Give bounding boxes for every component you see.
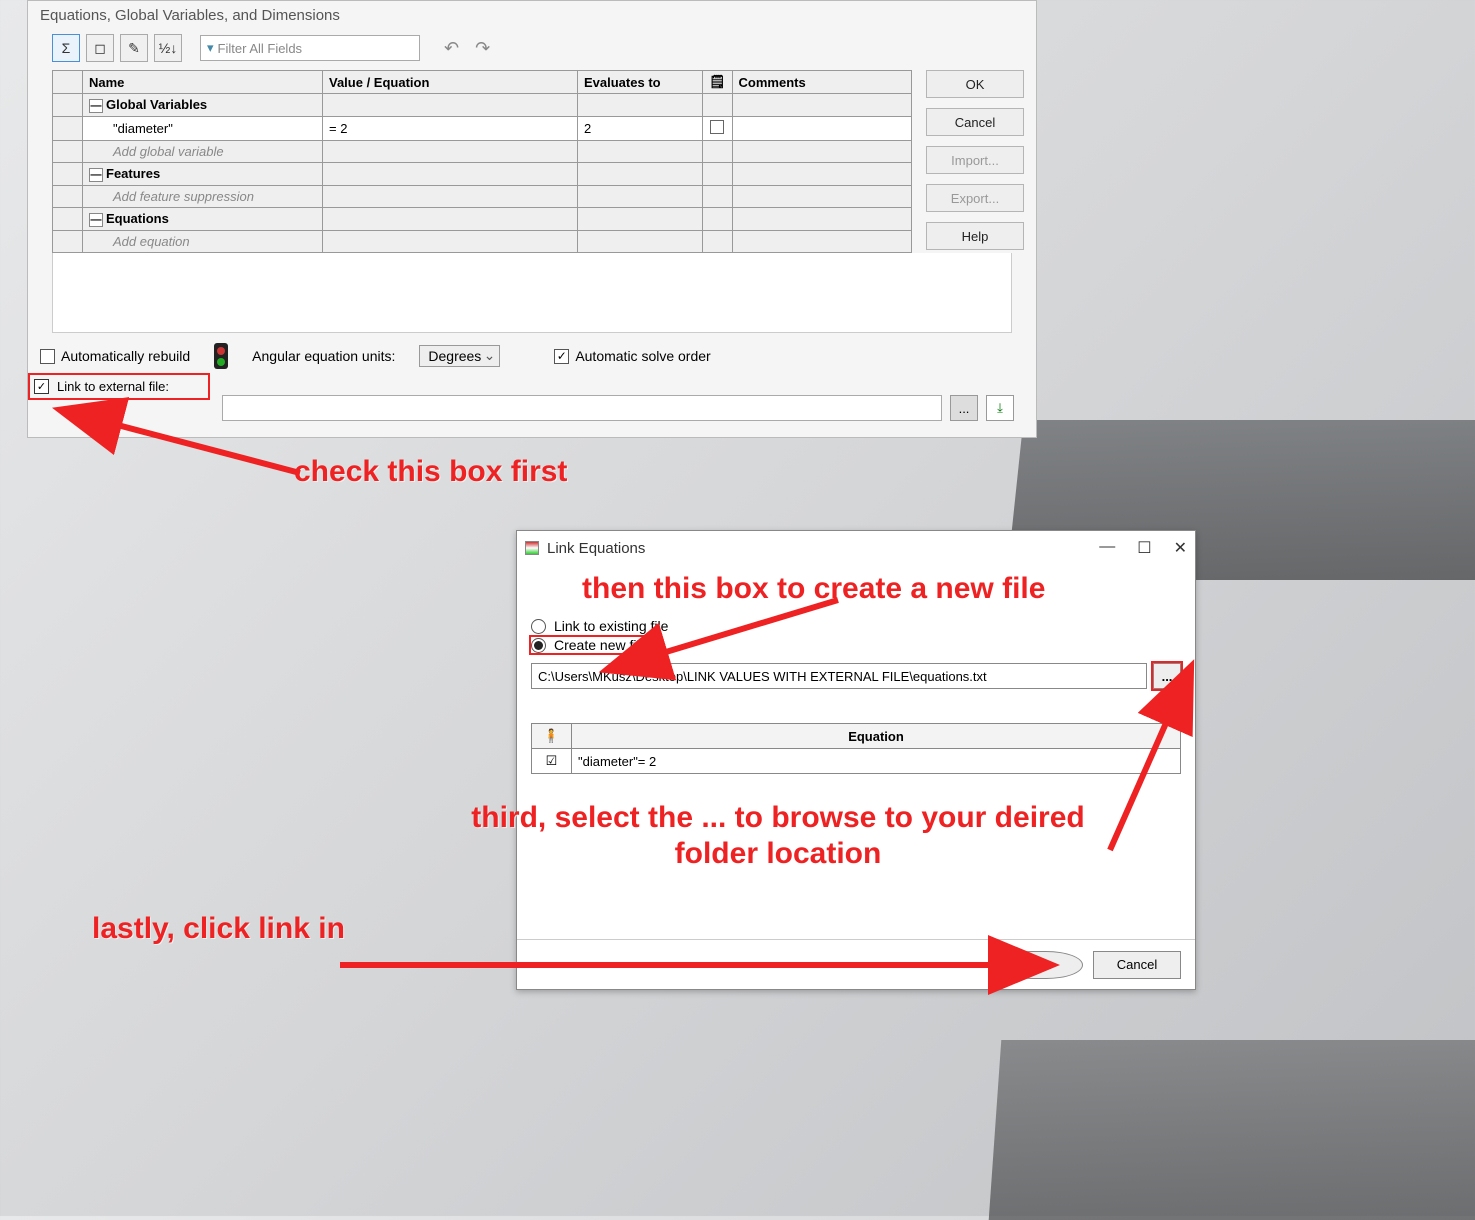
col-comments[interactable]: Comments [732,71,911,94]
file-path-input[interactable] [531,663,1147,689]
external-file-path-input[interactable] [222,395,942,421]
auto-rebuild-checkbox[interactable]: Automatically rebuild [40,348,190,364]
filter-input[interactable]: ▾ Filter All Fields [200,35,420,61]
section-features[interactable]: —Features [83,163,323,186]
maximize-icon[interactable]: ☐ [1137,538,1151,558]
minimize-icon[interactable]: — [1099,538,1115,558]
link-button[interactable]: Link [995,951,1083,979]
ok-button[interactable]: OK [926,70,1024,98]
toolbar: Σ ◻ ✎ ½↓ ▾ Filter All Fields ↶ ↷ [28,30,1036,70]
hint-add-global[interactable]: Add global variable [83,141,323,163]
col-name[interactable]: Name [83,71,323,94]
browse-button[interactable]: ... [1153,663,1181,689]
sigma-icon[interactable]: Σ [52,34,80,62]
col-equation[interactable]: Equation [572,724,1181,749]
ordered-list-icon[interactable]: ½↓ [154,34,182,62]
col-select-icon[interactable]: 🧍 [532,724,572,749]
export-button[interactable]: Export... [926,184,1024,212]
annotation-3: third, select the ... to browse to your … [448,800,1108,872]
section-global-variables[interactable]: —Global Variables [83,94,323,117]
equation-cell[interactable]: "diameter"= 2 [572,749,1181,774]
dialog-title: Equations, Global Variables, and Dimensi… [28,1,1036,30]
annotation-1: check this box first [294,455,567,489]
col-evaluates[interactable]: Evaluates to [578,71,703,94]
var-value[interactable]: = 2 [323,117,578,141]
filter-placeholder: Filter All Fields [218,41,303,56]
link-existing-radio[interactable]: Link to existing file [531,618,1181,634]
section-equations[interactable]: —Equations [83,208,323,231]
angular-units-label: Angular equation units: [252,348,395,364]
annotation-2: then this box to create a new file [582,572,1045,606]
undo-icon[interactable]: ↶ [444,38,459,59]
collapse-icon[interactable]: — [89,213,103,227]
row-checkbox[interactable]: ☑ [546,753,558,768]
dialog-footer: Automatically rebuild Angular equation u… [28,333,1036,375]
import-button[interactable]: Import... [926,146,1024,174]
dialog-footer: Link Cancel [517,939,1195,989]
filter-icon: ▾ [207,40,214,56]
app-icon [525,541,539,555]
link-external-label: Link to external file: [57,379,169,394]
browse-button[interactable]: ... [950,395,978,421]
var-evaluates: 2 [578,117,703,141]
collapse-icon[interactable]: — [89,168,103,182]
annotation-4: lastly, click link in [92,912,345,946]
export-file-icon[interactable]: ⤓ [986,395,1014,421]
dimension-icon[interactable]: ✎ [120,34,148,62]
cancel-button[interactable]: Cancel [1093,951,1181,979]
redo-icon[interactable]: ↷ [475,38,490,59]
create-new-file-radio-highlight: Create new file [531,637,651,653]
titlebar: Link Equations — ☐ ✕ [517,531,1195,565]
create-new-file-radio[interactable] [531,638,546,653]
table-row[interactable]: ☑ "diameter"= 2 [532,749,1181,774]
blank-grid-area [52,253,1012,333]
equations-dialog: Equations, Global Variables, and Dimensi… [27,0,1037,438]
angular-units-select[interactable]: Degrees [419,345,500,367]
equations-table: Name Value / Equation Evaluates to 🗒 Com… [52,70,912,253]
row-header-gutter [53,71,83,94]
hint-add-feature[interactable]: Add feature suppression [83,186,323,208]
auto-solve-checkbox[interactable]: ✓ Automatic solve order [554,348,710,364]
col-value[interactable]: Value / Equation [323,71,578,94]
dialog-title: Link Equations [547,540,645,557]
background-3d-shape-2 [989,1040,1475,1220]
traffic-light-icon [214,343,228,369]
link-external-checkbox[interactable]: ✓ [34,379,49,394]
sketch-icon[interactable]: ◻ [86,34,114,62]
close-icon[interactable]: ✕ [1174,538,1187,558]
help-button[interactable]: Help [926,222,1024,250]
link-equations-table: 🧍 Equation ☑ "diameter"= 2 [531,723,1181,774]
var-checkbox[interactable] [710,120,724,134]
col-link-icon[interactable]: 🗒 [703,71,733,94]
hint-add-equation[interactable]: Add equation [83,231,323,253]
table-row[interactable]: "diameter" = 2 2 [53,117,912,141]
dialog-button-column: OK Cancel Import... Export... Help [926,70,1024,253]
var-name[interactable]: "diameter" [83,117,323,141]
cancel-button[interactable]: Cancel [926,108,1024,136]
collapse-icon[interactable]: — [89,99,103,113]
link-external-checkbox-highlight: ✓ Link to external file: [30,375,208,398]
